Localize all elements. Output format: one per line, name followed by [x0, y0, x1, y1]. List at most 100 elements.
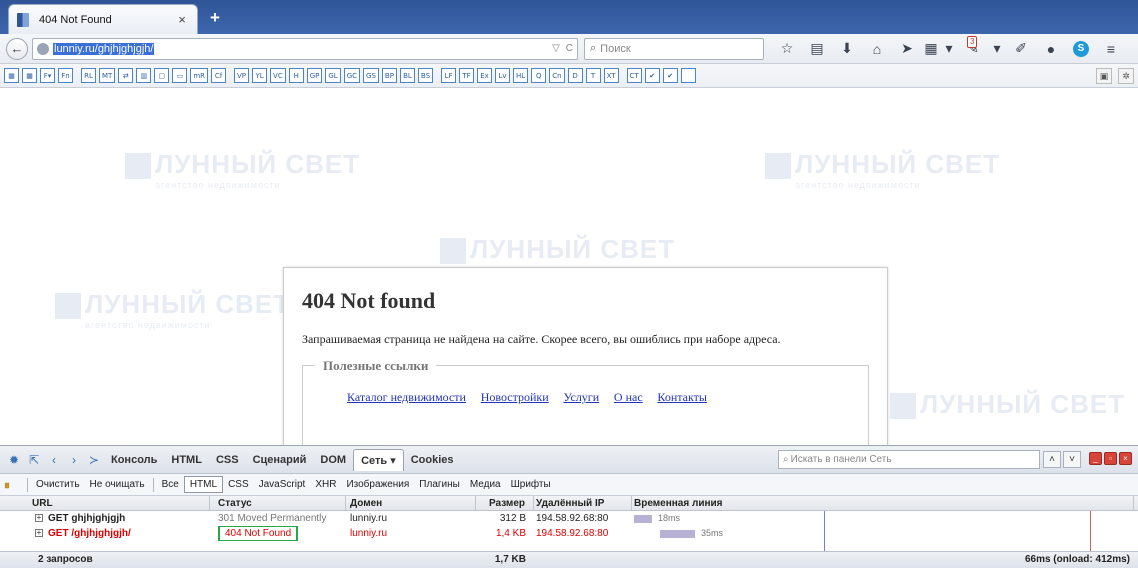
addon-toolbar-button[interactable]: BP — [381, 68, 397, 83]
addon-toolbar-button[interactable]: Ex — [477, 68, 493, 83]
addon-toolbar-button[interactable]: D — [567, 68, 583, 83]
home-icon[interactable]: ⌂ — [862, 38, 892, 60]
detach-icon[interactable]: ▫ — [1104, 452, 1117, 465]
addon-toolbar-button[interactable]: GL — [325, 68, 341, 83]
url-bar[interactable]: lunniy.ru/ghjhjghjgjh/ ▽ C — [32, 37, 578, 60]
pause-icon[interactable]: ⏸ — [4, 478, 18, 492]
filter-xhr[interactable]: XHR — [310, 477, 341, 492]
minimize-icon[interactable]: _ — [1089, 452, 1102, 465]
addon-toolbar-button[interactable]: GP — [306, 68, 323, 83]
addon-toolbar-button[interactable]: ✔ — [662, 68, 678, 83]
filter-css[interactable]: CSS — [223, 477, 254, 492]
chat-icon[interactable]: ● — [1036, 38, 1066, 60]
addon-toolbar-button[interactable]: BS — [417, 68, 434, 83]
seo-grid-icon[interactable]: ▦ — [4, 68, 19, 83]
addon-toolbar-button[interactable]: ▭ — [172, 68, 188, 83]
addon-toolbar-button[interactable]: BL — [399, 68, 415, 83]
filter-html[interactable]: HTML — [183, 476, 224, 493]
tab-404[interactable]: 404 Not Found × — [8, 4, 198, 34]
seo-grid2-icon[interactable]: ▦ — [22, 68, 37, 83]
tab-net[interactable]: Сеть ▾ — [353, 448, 404, 471]
filter-all[interactable]: Все — [157, 477, 184, 492]
addon-toolbar-button[interactable]: XT — [603, 68, 619, 83]
menu-icon[interactable]: ≡ — [1096, 38, 1126, 60]
close-icon[interactable]: × — [1119, 452, 1132, 465]
seo-addon-icon[interactable]: ▦ — [922, 38, 940, 60]
filter-images[interactable]: Изображения — [341, 477, 414, 492]
addon-toolbar-button[interactable]: mR — [190, 68, 209, 83]
tab-console[interactable]: Консоль — [104, 450, 164, 470]
addon-toolbar-button[interactable]: H — [288, 68, 304, 83]
request-url[interactable]: GET /ghjhjghjgjh/ — [32, 526, 210, 541]
table-row[interactable]: + GET ghjhjghjgjh 301 Moved Permanently … — [0, 511, 1138, 526]
chevron-left-icon[interactable]: ‹ — [44, 450, 64, 470]
clear-button[interactable]: Очистить — [31, 477, 85, 492]
command-line-icon[interactable]: ≻ — [84, 450, 104, 470]
addon-toolbar-button[interactable]: Cn — [549, 68, 565, 83]
dropdown-arrow-icon[interactable]: ▽ — [552, 43, 560, 54]
addon-toolbar-button[interactable]: F▾ — [40, 68, 55, 83]
notes-icon[interactable]: ✐ — [1006, 38, 1036, 60]
tab-script[interactable]: Сценарий — [246, 450, 314, 470]
tab-dom[interactable]: DOM — [313, 450, 353, 470]
firebug-bug-icon[interactable]: ✹ — [4, 450, 24, 470]
reload-icon[interactable]: C — [566, 43, 573, 54]
addon-toolbar-button[interactable]: ⇄ — [118, 68, 134, 83]
col-url[interactable]: URL — [32, 496, 210, 511]
link-services[interactable]: Услуги — [563, 390, 599, 404]
addon-toolbar-button[interactable]: MT — [99, 68, 116, 83]
download-icon[interactable]: ⬇ — [832, 38, 862, 60]
link-new-buildings[interactable]: Новостройки — [481, 390, 549, 404]
request-url[interactable]: GET ghjhjghjgjh — [32, 511, 210, 526]
tab-css[interactable]: CSS — [209, 450, 246, 470]
addon-dropdown-icon[interactable]: ▾ — [940, 38, 958, 60]
link-contacts[interactable]: Контакты — [657, 390, 707, 404]
link-about[interactable]: О нас — [614, 390, 643, 404]
tab-close-icon[interactable]: × — [175, 12, 189, 27]
addon-toolbar-button[interactable]: Lv — [495, 68, 511, 83]
new-tab-button[interactable]: + — [205, 8, 225, 28]
col-domain[interactable]: Домен — [350, 496, 476, 511]
col-timeline[interactable]: Временная линия — [634, 496, 1134, 511]
link-catalog[interactable]: Каталог недвижимости — [347, 390, 466, 404]
chevron-up-icon[interactable]: ˄ — [1043, 451, 1061, 468]
addon-dropdown2-icon[interactable]: ▾ — [988, 38, 1006, 60]
filter-media[interactable]: Медиа — [465, 477, 506, 492]
addon-toolbar-button[interactable]: ✔ — [644, 68, 660, 83]
skype-icon[interactable]: S — [1066, 38, 1096, 60]
addon-toolbar-button[interactable]: Cf — [211, 68, 227, 83]
gear-icon[interactable]: ✲ — [1118, 68, 1134, 84]
search-bar[interactable]: ⌕ Поиск — [584, 37, 764, 60]
col-status[interactable]: Статус — [218, 496, 346, 511]
filter-fonts[interactable]: Шрифты — [506, 477, 556, 492]
tab-html[interactable]: HTML — [164, 450, 209, 470]
addon-toolbar-button[interactable]: RL — [81, 68, 96, 83]
col-size[interactable]: Размер — [478, 496, 534, 511]
addon-toolbar-button[interactable] — [680, 68, 696, 83]
chevron-down-icon[interactable]: ˅ — [1063, 451, 1081, 468]
tab-cookies[interactable]: Cookies — [404, 450, 461, 470]
addon-toolbar-button[interactable]: HL — [513, 68, 529, 83]
addon-toolbar-button[interactable]: T — [585, 68, 601, 83]
addon-toolbar-button[interactable]: ▥ — [136, 68, 152, 83]
net-search-input[interactable]: ⌕ Искать в панели Сеть — [778, 450, 1040, 469]
addon-toolbar-button[interactable]: CT — [626, 68, 642, 83]
url-text[interactable]: lunniy.ru/ghjhjghjgjh/ — [53, 42, 155, 55]
table-row[interactable]: + GET /ghjhjghjgjh/ 404 Not Found lunniy… — [0, 526, 1138, 541]
inspect-icon[interactable]: ⇱ — [24, 450, 44, 470]
addon-toolbar-button[interactable]: YL — [252, 68, 268, 83]
filter-plugins[interactable]: Плагины — [414, 477, 465, 492]
back-button[interactable]: ← — [6, 37, 28, 60]
addon-toolbar-button[interactable]: LF — [441, 68, 457, 83]
addon-toolbar-button[interactable]: Fn — [58, 68, 73, 83]
chevron-right-icon[interactable]: › — [64, 450, 84, 470]
addon-toolbar-button[interactable]: ▢ — [154, 68, 170, 83]
addon-settings-icon[interactable]: ▣ — [1096, 68, 1112, 84]
addon-toolbar-button[interactable]: VC — [270, 68, 286, 83]
persist-button[interactable]: Не очищать — [85, 477, 150, 492]
filter-js[interactable]: JavaScript — [254, 477, 311, 492]
bookmark-star-icon[interactable]: ☆ — [772, 38, 802, 60]
notification-icon[interactable]: ✎ 3 — [958, 35, 988, 60]
addon-toolbar-button[interactable]: GC — [343, 68, 361, 83]
addon-toolbar-button[interactable]: TF — [459, 68, 475, 83]
